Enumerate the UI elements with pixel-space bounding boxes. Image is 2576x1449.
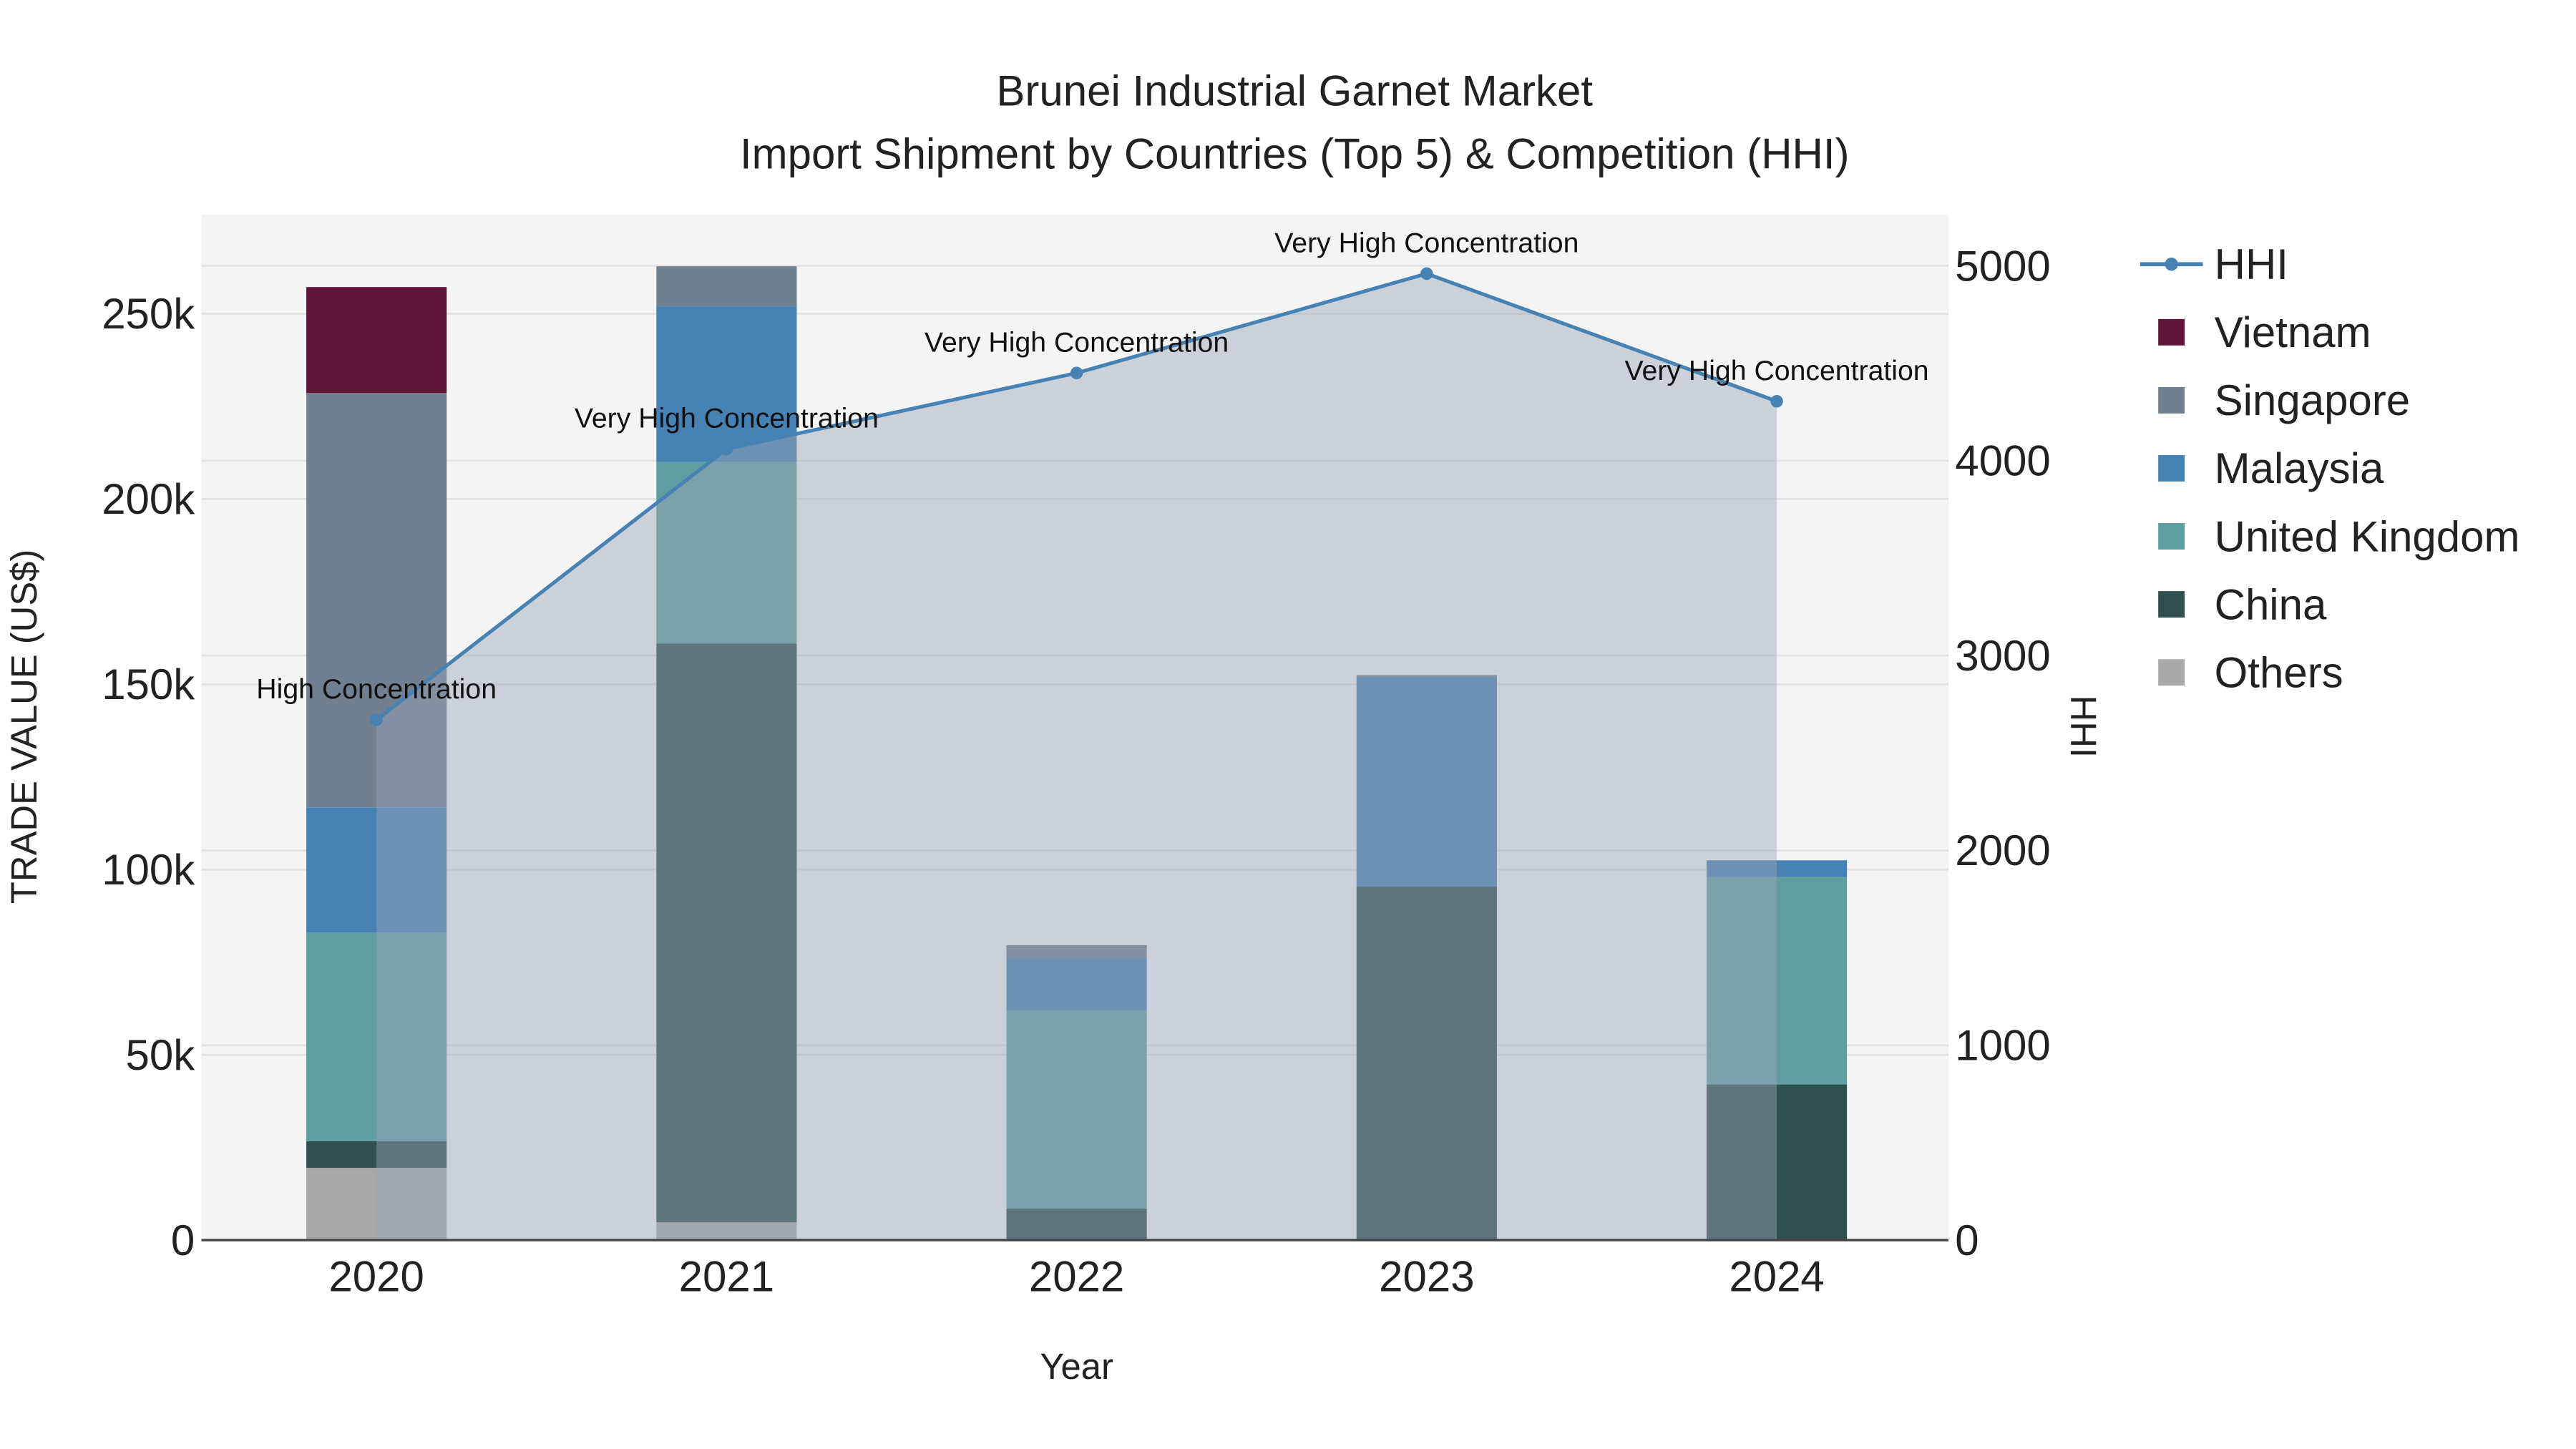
hhi-point-2024 xyxy=(1770,395,1783,408)
legend-label: Others xyxy=(2215,648,2343,696)
y2-tick-label: 3000 xyxy=(1955,632,2050,680)
y2-tick-label: 5000 xyxy=(1955,242,2050,290)
hhi-point-2020 xyxy=(370,713,383,726)
legend-swatch-icon xyxy=(2158,386,2185,414)
y2-tick-label: 4000 xyxy=(1955,437,2050,485)
y2-tick-label: 0 xyxy=(1955,1216,1979,1264)
legend-swatch-icon xyxy=(2158,659,2185,686)
legend-marker-icon xyxy=(2165,258,2178,271)
legend-item-united-kingdom[interactable]: United Kingdom xyxy=(2158,512,2520,560)
y2-tick-label: 2000 xyxy=(1955,826,2050,874)
x-tick-label: 2022 xyxy=(1029,1253,1124,1301)
x-tick-label: 2020 xyxy=(328,1253,424,1301)
legend-label: Malaysia xyxy=(2215,444,2384,492)
hhi-annotation: Very High Concentration xyxy=(1625,355,1929,386)
y-tick-label: 50k xyxy=(126,1031,196,1079)
legend-item-singapore[interactable]: Singapore xyxy=(2158,376,2410,424)
hhi-point-2021 xyxy=(720,442,733,456)
x-tick-label: 2023 xyxy=(1379,1253,1474,1301)
legend-label: HHI xyxy=(2215,240,2288,288)
legend-swatch-icon xyxy=(2158,523,2185,550)
hhi-annotation: High Concentration xyxy=(256,673,497,705)
x-tick-label: 2021 xyxy=(679,1253,774,1301)
y-tick-label: 150k xyxy=(102,660,195,708)
y2-tick-label: 1000 xyxy=(1955,1022,2050,1070)
hhi-annotation: Very High Concentration xyxy=(924,326,1229,358)
hhi-point-2023 xyxy=(1420,267,1433,280)
legend-label: United Kingdom xyxy=(2215,512,2520,560)
legend-item-china[interactable]: China xyxy=(2158,580,2327,628)
bar-singapore-2021 xyxy=(656,266,797,307)
legend-item-malaysia[interactable]: Malaysia xyxy=(2158,444,2384,492)
y-tick-label: 100k xyxy=(102,846,195,894)
legend-item-others[interactable]: Others xyxy=(2158,648,2343,696)
legend-label: Singapore xyxy=(2215,376,2411,424)
chart-title: Brunei Industrial Garnet Market xyxy=(996,67,1593,115)
hhi-point-2022 xyxy=(1070,366,1083,380)
legend-label: China xyxy=(2215,580,2327,628)
y-tick-label: 250k xyxy=(102,290,195,338)
bar-vietnam-2020 xyxy=(306,287,447,394)
chart: High Concentration Very High Concentratio… xyxy=(4,67,2520,1387)
y2-axis-title: HHI xyxy=(2063,696,2104,758)
y-tick-label: 200k xyxy=(102,475,195,523)
hhi-annotation: Very High Concentration xyxy=(1274,227,1579,258)
legend-swatch-icon xyxy=(2158,455,2185,482)
chart-subtitle: Import Shipment by Countries (Top 5) & C… xyxy=(740,130,1850,177)
legend-swatch-icon xyxy=(2158,318,2185,346)
x-tick-label: 2024 xyxy=(1729,1253,1824,1301)
legend-item-hhi[interactable]: HHI xyxy=(2140,240,2288,288)
legend-label: Vietnam xyxy=(2215,308,2371,356)
legend-swatch-icon xyxy=(2158,591,2185,618)
hhi-annotation: Very High Concentration xyxy=(575,403,879,434)
y-axis-title: TRADE VALUE (US$) xyxy=(4,550,44,904)
x-axis-title: Year xyxy=(1040,1346,1113,1387)
legend-item-vietnam[interactable]: Vietnam xyxy=(2158,308,2371,356)
y-tick-label: 0 xyxy=(171,1216,195,1264)
